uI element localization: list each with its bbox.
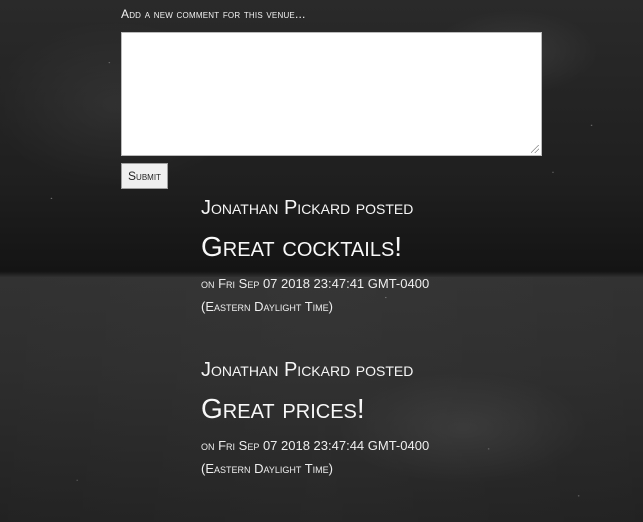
- comment-author: Jonathan Pickard: [201, 359, 351, 381]
- resize-grip-icon[interactable]: [531, 145, 539, 153]
- comment-timestamp: on Fri Sep 07 2018 23:47:44 GMT-0400 (Ea…: [201, 438, 430, 476]
- comment-item: Jonathan Pickard posted Great cocktails!…: [201, 195, 451, 318]
- comment-posted-verb: posted: [355, 359, 414, 381]
- comment-label: Add a new comment for this venue...: [121, 7, 306, 21]
- comment-author-line: Jonathan Pickard posted: [201, 195, 451, 221]
- comment-form: Add a new comment for this venue... Subm…: [121, 0, 544, 189]
- submit-button[interactable]: Submit: [121, 163, 168, 189]
- comment-author: Jonathan Pickard: [201, 197, 351, 219]
- comment-title: Great cocktails!: [201, 231, 403, 262]
- comment-title: Great prices!: [201, 393, 365, 424]
- comment-posted-verb: posted: [355, 197, 414, 219]
- comment-item: Jonathan Pickard posted Great prices! on…: [201, 357, 451, 480]
- comment-textarea[interactable]: [121, 32, 542, 156]
- comment-author-line: Jonathan Pickard posted: [201, 357, 451, 383]
- comment-timestamp: on Fri Sep 07 2018 23:47:41 GMT-0400 (Ea…: [201, 276, 430, 314]
